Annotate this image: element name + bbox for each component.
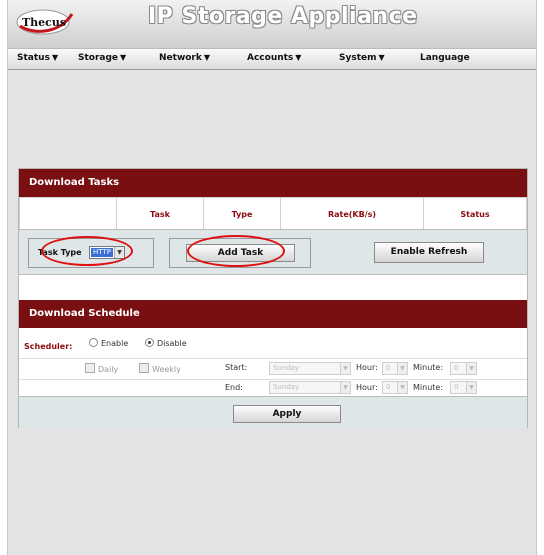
enable-refresh-button[interactable]: Enable Refresh	[374, 242, 484, 263]
app-title: IP Storage Appliance	[148, 4, 418, 29]
scheduler-disable-option[interactable]: Disable	[145, 338, 187, 348]
start-minute-value: 0	[454, 364, 459, 372]
app-header: Thecus IP Storage Appliance	[8, 0, 536, 48]
app-frame: Thecus IP Storage Appliance Status ▼ Stor…	[7, 0, 537, 555]
daily-label: Daily	[98, 365, 119, 374]
table-header-row: Task Type Rate(KB/s) Status	[19, 197, 527, 232]
menu-language-label: Language	[420, 53, 470, 63]
download-tasks-header: Download Tasks	[19, 169, 527, 197]
chevron-down-icon: ▼	[51, 53, 59, 62]
scheduler-label: Scheduler:	[24, 342, 73, 351]
weekly-checkbox[interactable]	[139, 363, 149, 373]
chevron-down-icon: ▼	[295, 53, 302, 62]
task-toolbar: Task Type HTTP ▼ Add Task Enable Refresh	[19, 229, 527, 275]
chevron-down-icon: ▼	[378, 53, 385, 62]
schedule-end-row: End: Sunday ▼ Hour: 0 ▼ Minute: 0 ▼	[19, 380, 527, 396]
end-minute-value: 0	[454, 383, 459, 391]
end-hour-select[interactable]: 0 ▼	[382, 381, 408, 394]
menu-language[interactable]: Language	[420, 53, 470, 63]
start-minute-select[interactable]: 0 ▼	[450, 362, 477, 375]
schedule-start-row: Daily Weekly Start: Sunday ▼ Hour: 0 ▼ Min…	[19, 359, 527, 380]
start-day-select[interactable]: Sunday ▼	[269, 362, 351, 375]
menu-status[interactable]: Status ▼	[17, 53, 58, 63]
start-hour-value: 0	[386, 364, 391, 372]
end-day-value: Sunday	[273, 383, 300, 391]
start-day-value: Sunday	[273, 364, 300, 372]
chevron-down-icon: ▼	[120, 53, 127, 62]
chevron-down-icon: ▼	[340, 382, 350, 393]
weekly-option[interactable]: Weekly	[139, 363, 181, 374]
chevron-down-icon: ▼	[397, 382, 407, 393]
enable-label: Enable	[101, 339, 129, 348]
main-menu: Status ▼ Storage ▼ Network ▼ Accounts ▼ Syst…	[8, 48, 536, 70]
scheduler-row: Scheduler: Enable Disable	[19, 336, 527, 359]
start-hour-select[interactable]: 0 ▼	[382, 362, 408, 375]
thecus-logo: Thecus	[16, 6, 74, 36]
menu-storage-label: Storage	[78, 53, 119, 63]
menu-system[interactable]: System ▼	[339, 53, 385, 63]
radio-disable[interactable]	[145, 338, 154, 347]
menu-system-label: System	[339, 53, 377, 63]
menu-storage[interactable]: Storage ▼	[78, 53, 126, 63]
column-header-rate[interactable]: Rate(KB/s)	[280, 197, 424, 232]
menu-accounts-label: Accounts	[247, 53, 294, 63]
weekly-label: Weekly	[152, 365, 181, 374]
apply-bar: Apply	[19, 396, 527, 429]
disable-label: Disable	[157, 339, 187, 348]
start-hour-label: Hour:	[356, 363, 378, 372]
menu-status-label: Status	[17, 53, 50, 63]
end-hour-value: 0	[386, 383, 391, 391]
column-header-task[interactable]: Task	[116, 197, 204, 232]
start-label: Start:	[225, 363, 248, 372]
menu-network-label: Network	[159, 53, 202, 63]
scheduler-enable-option[interactable]: Enable	[89, 338, 128, 348]
logo-text: Thecus	[22, 16, 67, 29]
chevron-down-icon: ▼	[466, 382, 476, 393]
apply-button[interactable]: Apply	[233, 405, 341, 423]
chevron-down-icon: ▼	[397, 363, 407, 374]
content-panel: Download Tasks Task Type Rate(KB/s) Stat…	[18, 168, 528, 429]
end-minute-label: Minute:	[413, 383, 444, 392]
annotation-circle-add-task	[187, 235, 285, 267]
end-day-select[interactable]: Sunday ▼	[269, 381, 351, 394]
chevron-down-icon: ▼	[466, 363, 476, 374]
end-label: End:	[225, 383, 243, 392]
end-hour-label: Hour:	[356, 383, 378, 392]
chevron-down-icon: ▼	[340, 363, 350, 374]
start-minute-label: Minute:	[413, 363, 444, 372]
radio-enable[interactable]	[89, 338, 98, 347]
end-minute-select[interactable]: 0 ▼	[450, 381, 477, 394]
column-spacer	[19, 197, 117, 232]
daily-option[interactable]: Daily	[85, 363, 118, 374]
menu-accounts[interactable]: Accounts ▼	[247, 53, 301, 63]
chevron-down-icon: ▼	[203, 53, 211, 62]
download-schedule-header: Download Schedule	[19, 300, 527, 328]
daily-checkbox[interactable]	[85, 363, 95, 373]
menu-network[interactable]: Network ▼	[159, 53, 210, 63]
annotation-circle-task-type	[41, 236, 133, 266]
download-tasks-table: Task Type Rate(KB/s) Status	[19, 197, 527, 232]
column-header-type[interactable]: Type	[203, 197, 281, 232]
column-header-status[interactable]: Status	[423, 197, 527, 232]
